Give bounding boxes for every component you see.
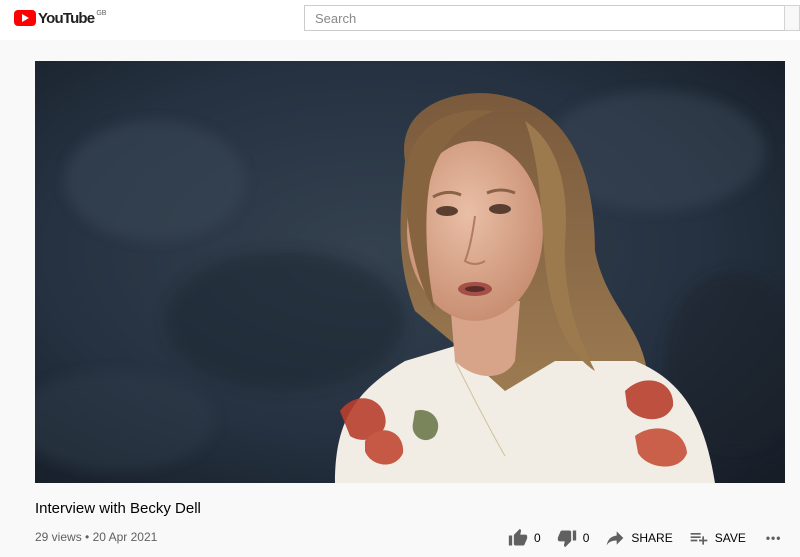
video-player[interactable] bbox=[35, 61, 785, 483]
video-title: Interview with Becky Dell bbox=[35, 500, 201, 517]
like-button[interactable]: 0 bbox=[508, 528, 541, 548]
more-actions-button[interactable]: ••• bbox=[762, 531, 782, 545]
more-horiz-icon: ••• bbox=[765, 531, 782, 545]
share-label: SHARE bbox=[631, 531, 673, 545]
thumb-up-icon bbox=[508, 528, 528, 546]
video-actions: 0 0 SHARE SAVE ••• bbox=[508, 526, 781, 550]
logo-region: GB bbox=[96, 10, 107, 17]
like-count: 0 bbox=[534, 531, 541, 545]
playlist-add-icon bbox=[690, 533, 708, 545]
youtube-logo[interactable]: YouTube GB bbox=[14, 9, 106, 29]
masthead: YouTube GB bbox=[0, 0, 800, 40]
search-button[interactable] bbox=[784, 5, 800, 31]
dislike-count: 0 bbox=[582, 531, 590, 545]
save-label: SAVE bbox=[714, 531, 746, 545]
video-meta: 29 views • 20 Apr 2021 bbox=[35, 530, 157, 544]
save-button[interactable]: SAVE bbox=[689, 528, 746, 548]
search-input[interactable] bbox=[305, 10, 784, 26]
upload-date: 20 Apr 2021 bbox=[92, 530, 158, 544]
meta-separator: • bbox=[85, 530, 90, 544]
view-count: 29 views bbox=[35, 530, 82, 544]
logo-text: YouTube bbox=[38, 10, 95, 27]
thumb-down-icon bbox=[557, 530, 576, 548]
dislike-button[interactable]: 0 bbox=[557, 528, 590, 548]
youtube-play-icon bbox=[14, 10, 36, 26]
video-frame bbox=[35, 61, 785, 483]
share-icon bbox=[607, 531, 624, 546]
search-box bbox=[304, 5, 784, 31]
share-button[interactable]: SHARE bbox=[605, 528, 673, 548]
